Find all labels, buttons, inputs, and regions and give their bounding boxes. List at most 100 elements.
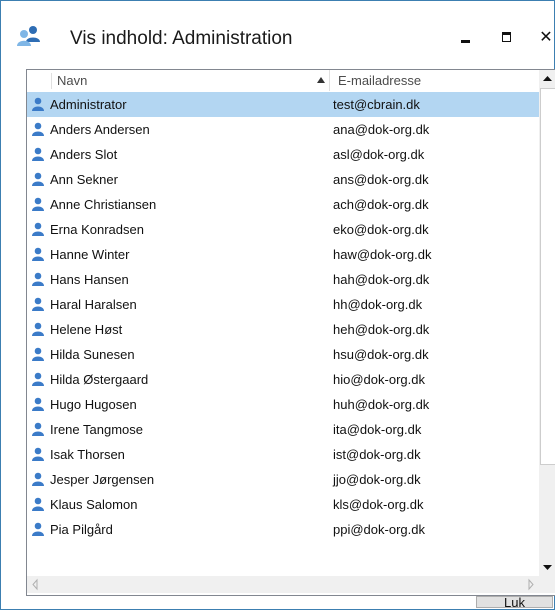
- list-row[interactable]: Hans Hansen hah@dok-org.dk: [27, 267, 539, 292]
- row-email: haw@dok-org.dk: [333, 247, 432, 262]
- row-email: hh@dok-org.dk: [333, 297, 423, 312]
- list-row[interactable]: Hugo Hugosen huh@dok-org.dk: [27, 392, 539, 417]
- arrow-down-icon: [543, 565, 552, 570]
- sort-ascending-icon: [317, 77, 325, 83]
- user-list[interactable]: Navn E-mailadresse Administrator test@cbr…: [26, 69, 555, 596]
- row-name: Hans Hansen: [50, 272, 129, 287]
- row-name: Ann Sekner: [50, 172, 118, 187]
- list-row[interactable]: Jesper Jørgensen jjo@dok-org.dk: [27, 467, 539, 492]
- user-icon: [31, 97, 45, 111]
- arrow-right-icon: [528, 578, 534, 591]
- row-email: kls@dok-org.dk: [333, 497, 424, 512]
- column-separator: [51, 73, 52, 89]
- user-icon: [31, 197, 45, 211]
- group-icon: [16, 25, 44, 47]
- row-name: Hanne Winter: [50, 247, 130, 262]
- row-email: ach@dok-org.dk: [333, 197, 429, 212]
- list-rows: Administrator test@cbrain.dk Anders Anders…: [27, 92, 539, 542]
- scroll-left-arrow[interactable]: [27, 576, 44, 593]
- maximize-icon: [502, 32, 511, 42]
- scrollbar-thumb[interactable]: [540, 88, 555, 465]
- column-header-name[interactable]: Navn: [27, 70, 329, 91]
- arrow-up-icon: [543, 76, 552, 81]
- row-name: Hugo Hugosen: [50, 397, 137, 412]
- row-email: eko@dok-org.dk: [333, 222, 429, 237]
- row-email: huh@dok-org.dk: [333, 397, 430, 412]
- maximize-button[interactable]: [495, 27, 521, 49]
- list-row[interactable]: Ann Sekner ans@dok-org.dk: [27, 167, 539, 192]
- user-icon: [31, 422, 45, 436]
- horizontal-scrollbar[interactable]: [27, 576, 539, 593]
- user-icon: [31, 222, 45, 236]
- row-email: hsu@dok-org.dk: [333, 347, 429, 362]
- row-name: Helene Høst: [50, 322, 123, 337]
- minimize-icon: [461, 40, 470, 43]
- row-name: Hilda Sunesen: [50, 347, 135, 362]
- row-email: hio@dok-org.dk: [333, 372, 425, 387]
- row-email: jjo@dok-org.dk: [333, 472, 421, 487]
- row-email: hah@dok-org.dk: [333, 272, 430, 287]
- row-name: Anders Slot: [50, 147, 118, 162]
- scroll-up-arrow[interactable]: [539, 70, 555, 87]
- column-header-email[interactable]: E-mailadresse: [329, 70, 539, 91]
- user-icon: [31, 522, 45, 536]
- list-row[interactable]: Anders Andersen ana@dok-org.dk: [27, 117, 539, 142]
- luk-button-container[interactable]: Luk: [476, 596, 553, 608]
- row-name: Isak Thorsen: [50, 447, 125, 462]
- list-row[interactable]: Hanne Winter haw@dok-org.dk: [27, 242, 539, 267]
- vertical-scrollbar[interactable]: [539, 70, 555, 576]
- list-row[interactable]: Administrator test@cbrain.dk: [27, 92, 539, 117]
- list-row[interactable]: Hilda Østergaard hio@dok-org.dk: [27, 367, 539, 392]
- list-row[interactable]: Anders Slot asl@dok-org.dk: [27, 142, 539, 167]
- list-row[interactable]: Pia Pilgård ppi@dok-org.dk: [27, 517, 539, 542]
- arrow-left-icon: [32, 578, 38, 591]
- user-icon: [31, 147, 45, 161]
- luk-button-label: Luk: [504, 596, 525, 608]
- list-row[interactable]: Haral Haralsen hh@dok-org.dk: [27, 292, 539, 317]
- row-email: ppi@dok-org.dk: [333, 522, 425, 537]
- user-icon: [31, 472, 45, 486]
- list-header: Navn E-mailadresse: [27, 70, 539, 93]
- row-name: Anders Andersen: [50, 122, 150, 137]
- row-email: asl@dok-org.dk: [333, 147, 425, 162]
- list-row[interactable]: Klaus Salomon kls@dok-org.dk: [27, 492, 539, 517]
- row-name: Hilda Østergaard: [50, 372, 149, 387]
- title-bar: Vis indhold: Administration ✕: [1, 1, 554, 49]
- list-row[interactable]: Anne Christiansen ach@dok-org.dk: [27, 192, 539, 217]
- row-name: Pia Pilgård: [50, 522, 113, 537]
- list-row[interactable]: Irene Tangmose ita@dok-org.dk: [27, 417, 539, 442]
- column-header-email-label: E-mailadresse: [338, 73, 422, 88]
- row-email: ana@dok-org.dk: [333, 122, 430, 137]
- list-row[interactable]: Helene Høst heh@dok-org.dk: [27, 317, 539, 342]
- dialog-window: Vis indhold: Administration ✕ Navn E-mai…: [0, 0, 555, 610]
- row-name: Klaus Salomon: [50, 497, 138, 512]
- user-icon: [31, 497, 45, 511]
- list-row[interactable]: Erna Konradsen eko@dok-org.dk: [27, 217, 539, 242]
- row-name: Jesper Jørgensen: [50, 472, 155, 487]
- row-email: ans@dok-org.dk: [333, 172, 429, 187]
- row-name: Erna Konradsen: [50, 222, 144, 237]
- scroll-down-arrow[interactable]: [539, 559, 555, 576]
- list-row[interactable]: Hilda Sunesen hsu@dok-org.dk: [27, 342, 539, 367]
- scrollbar-corner: [539, 576, 555, 593]
- row-email: test@cbrain.dk: [333, 97, 420, 112]
- column-header-name-label: Navn: [57, 73, 88, 88]
- row-name: Anne Christiansen: [50, 197, 157, 212]
- row-email: heh@dok-org.dk: [333, 322, 430, 337]
- row-name: Irene Tangmose: [50, 422, 143, 437]
- row-email: ita@dok-org.dk: [333, 422, 422, 437]
- user-icon: [31, 247, 45, 261]
- scroll-right-arrow[interactable]: [522, 576, 539, 593]
- user-icon: [31, 272, 45, 286]
- user-icon: [31, 122, 45, 136]
- user-icon: [31, 372, 45, 386]
- minimize-button[interactable]: [453, 27, 479, 49]
- close-button[interactable]: ✕: [533, 27, 555, 49]
- window-title: Vis indhold: Administration: [70, 28, 293, 49]
- user-icon: [31, 172, 45, 186]
- user-icon: [31, 297, 45, 311]
- row-name: Haral Haralsen: [50, 297, 137, 312]
- user-icon: [31, 447, 45, 461]
- row-name: Administrator: [50, 97, 127, 112]
- list-row[interactable]: Isak Thorsen ist@dok-org.dk: [27, 442, 539, 467]
